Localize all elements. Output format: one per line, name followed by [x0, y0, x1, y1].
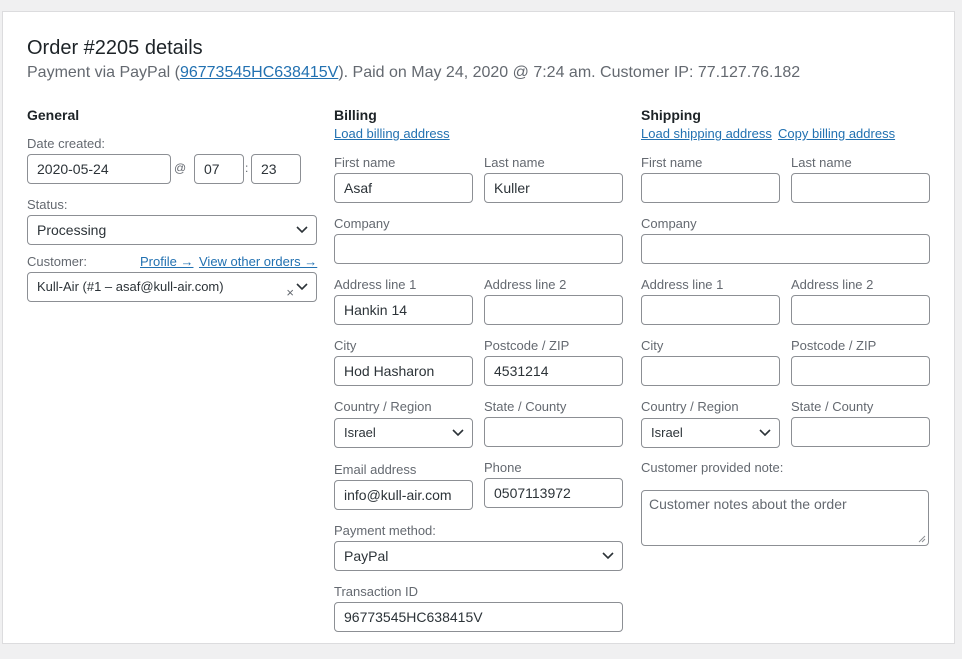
billing-country-value: Israel — [344, 425, 376, 440]
billing-phone-input[interactable]: 0507113972 — [484, 478, 623, 508]
billing-address2-label: Address line 2 — [484, 277, 567, 292]
chevron-down-icon — [296, 226, 308, 234]
shipping-first-name-label: First name — [641, 155, 703, 170]
order-title: Order #2205 details — [27, 37, 203, 59]
chevron-down-icon — [296, 283, 308, 291]
chevron-down-icon — [759, 429, 771, 437]
payment-via-text: Payment via PayPal ( — [27, 64, 180, 81]
shipping-address2-label: Address line 2 — [791, 277, 874, 292]
billing-postcode-input[interactable]: 4531214 — [484, 356, 623, 386]
shipping-postcode-input[interactable] — [791, 356, 930, 386]
payment-method-value: PayPal — [344, 548, 389, 564]
clear-icon[interactable]: × — [286, 279, 294, 301]
payment-method-select[interactable]: PayPal — [334, 541, 623, 571]
status-select[interactable]: Processing — [27, 215, 317, 245]
at-separator: @ — [174, 161, 187, 175]
billing-city-label: City — [334, 338, 357, 353]
billing-country-label: Country / Region — [334, 399, 432, 414]
billing-country-select[interactable]: Israel — [334, 418, 473, 448]
shipping-address1-label: Address line 1 — [641, 277, 724, 292]
billing-last-name-label: Last name — [484, 155, 545, 170]
billing-title: Billing — [334, 107, 377, 123]
customer-note-placeholder: Customer notes about the order — [649, 496, 847, 512]
billing-last-name-input[interactable]: Kuller — [484, 173, 623, 203]
general-title: General — [27, 107, 80, 123]
paid-on-text: ). Paid on May 24, 2020 @ 7:24 am. Custo… — [338, 64, 801, 81]
resize-grip-icon[interactable] — [918, 535, 926, 543]
shipping-city-label: City — [641, 338, 664, 353]
shipping-country-label: Country / Region — [641, 399, 739, 414]
shipping-city-input[interactable] — [641, 356, 780, 386]
shipping-company-label: Company — [641, 216, 697, 231]
billing-company-label: Company — [334, 216, 390, 231]
shipping-country-select[interactable]: Israel — [641, 418, 780, 448]
copy-billing-address-link[interactable]: Copy billing address — [778, 126, 895, 141]
billing-company-input[interactable] — [334, 234, 623, 264]
billing-state-input[interactable] — [484, 417, 623, 447]
customer-value: Kull-Air (#1 – asaf@kull-air.com) — [37, 279, 224, 294]
time-separator: : — [245, 161, 249, 175]
billing-email-label: Email address — [334, 462, 417, 477]
minute-input[interactable]: 23 — [251, 154, 301, 184]
load-billing-address-link[interactable]: Load billing address — [334, 126, 450, 141]
billing-phone-label: Phone — [484, 460, 522, 475]
shipping-state-label: State / County — [791, 399, 874, 414]
billing-address2-input[interactable] — [484, 295, 623, 325]
transaction-id-input[interactable]: 96773545HC638415V — [334, 602, 623, 632]
billing-first-name-label: First name — [334, 155, 396, 170]
transaction-link[interactable]: 96773545HC638415V — [180, 64, 338, 81]
shipping-state-input[interactable] — [791, 417, 930, 447]
shipping-address1-input[interactable] — [641, 295, 780, 325]
order-subtitle: Payment via PayPal (96773545HC638415V). … — [27, 64, 800, 82]
hour-input[interactable]: 07 — [194, 154, 244, 184]
shipping-address2-input[interactable] — [791, 295, 930, 325]
date-created-input[interactable]: 2020-05-24 — [27, 154, 171, 184]
customer-note-label: Customer provided note: — [641, 460, 784, 475]
shipping-postcode-label: Postcode / ZIP — [791, 338, 877, 353]
billing-email-input[interactable]: info@kull-air.com — [334, 480, 473, 510]
shipping-first-name-input[interactable] — [641, 173, 780, 203]
shipping-title: Shipping — [641, 107, 701, 123]
load-shipping-address-link[interactable]: Load shipping address — [641, 126, 772, 141]
chevron-down-icon — [602, 552, 614, 560]
shipping-last-name-label: Last name — [791, 155, 852, 170]
billing-city-input[interactable]: Hod Hasharon — [334, 356, 473, 386]
status-value: Processing — [37, 222, 107, 238]
profile-link[interactable]: Profile → — [140, 254, 193, 269]
order-details-panel: Order #2205 details Payment via PayPal (… — [2, 11, 955, 644]
status-label: Status: — [27, 197, 68, 212]
transaction-id-label: Transaction ID — [334, 584, 419, 599]
billing-address1-label: Address line 1 — [334, 277, 417, 292]
date-created-label: Date created: — [27, 136, 106, 151]
billing-postcode-label: Postcode / ZIP — [484, 338, 570, 353]
customer-note-textarea[interactable]: Customer notes about the order — [641, 490, 929, 546]
shipping-last-name-input[interactable] — [791, 173, 930, 203]
shipping-country-value: Israel — [651, 425, 683, 440]
payment-method-label: Payment method: — [334, 523, 436, 538]
customer-label: Customer: — [27, 254, 87, 269]
billing-first-name-input[interactable]: Asaf — [334, 173, 473, 203]
chevron-down-icon — [452, 429, 464, 437]
customer-select[interactable]: Kull-Air (#1 – asaf@kull-air.com) × — [27, 272, 317, 302]
shipping-company-input[interactable] — [641, 234, 930, 264]
billing-address1-input[interactable]: Hankin 14 — [334, 295, 473, 325]
billing-state-label: State / County — [484, 399, 567, 414]
view-other-orders-link[interactable]: View other orders → — [199, 254, 317, 269]
